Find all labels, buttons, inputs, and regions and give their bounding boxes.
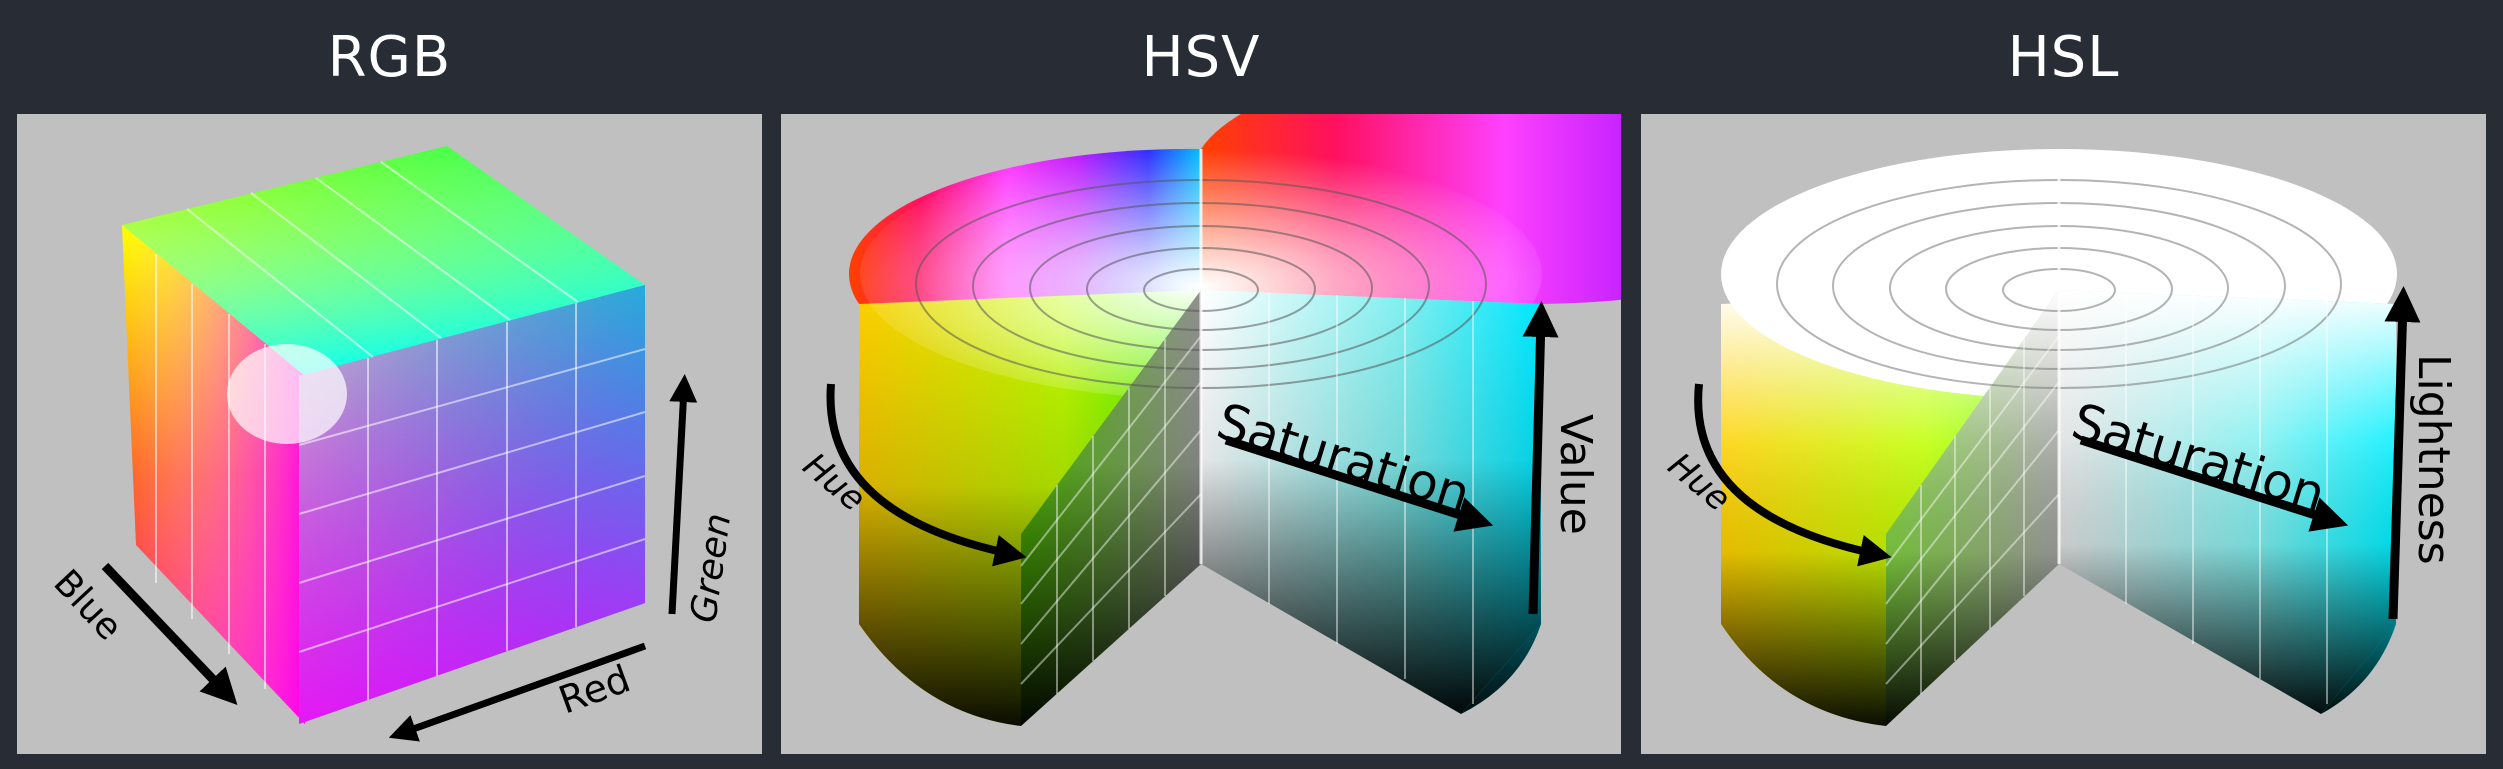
rgb-panel: Blue Red Green [17,114,762,754]
hsl-panel: Hue Saturation Lightness [1641,114,2486,754]
green-axis-arrow [668,374,698,615]
hsv-cylinder-diagram: Hue Saturation Value [795,54,1874,726]
hsv-title: HSV [1141,25,1261,90]
lightness-label: Lightness [2408,354,2459,565]
hsv-panel: Hue Saturation Value [781,54,1874,754]
hsl-cylinder-diagram: Hue Saturation Lightness [1660,149,2459,726]
red-axis-label: Red [553,656,636,722]
green-axis-label: Green [683,511,739,625]
hsl-title: HSL [2007,25,2120,90]
value-label: Value [1550,414,1601,535]
rgb-cube-diagram: Blue Red Green [45,146,739,742]
rgb-title: RGB [327,25,452,90]
